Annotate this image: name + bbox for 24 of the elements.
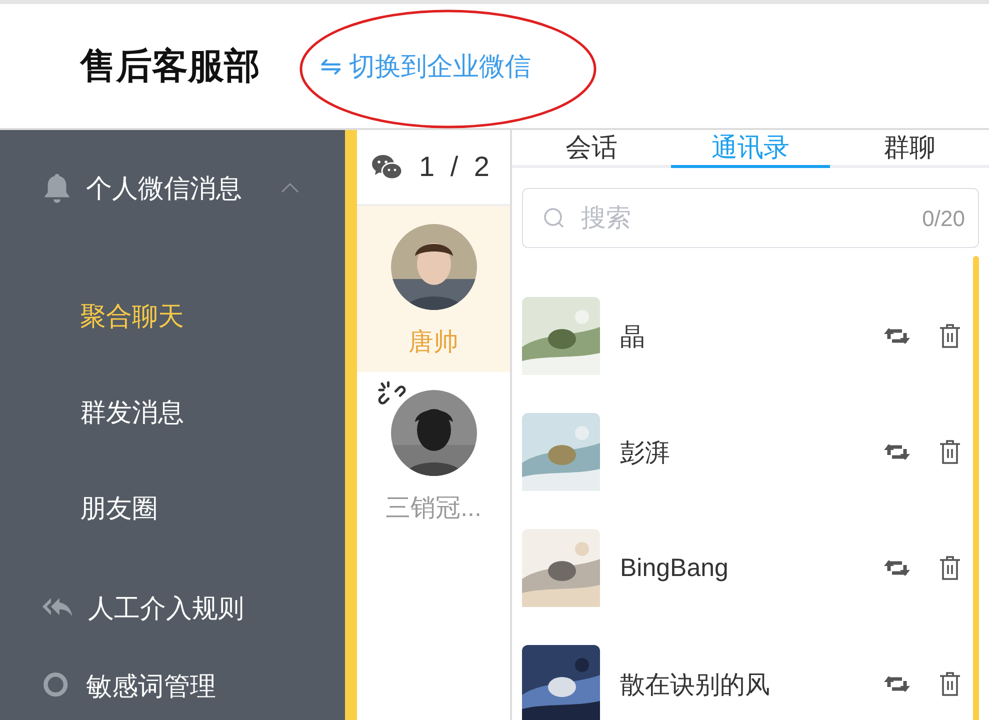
contact-name: 晶	[620, 322, 646, 352]
scrollbar[interactable]	[345, 130, 357, 720]
trash-icon[interactable]	[939, 323, 961, 349]
menu-item[interactable]: 群发消息	[0, 364, 345, 460]
menu-group[interactable]: 个人微信消息	[0, 130, 345, 246]
account-counter: 1 / 2	[419, 151, 494, 183]
contact-name: 散在诀别的风	[620, 670, 771, 700]
department-title: 售后客服部	[80, 44, 260, 88]
contact-name: 彭湃	[620, 438, 671, 468]
menu-group[interactable]: 人工介入规则	[0, 556, 345, 660]
search-icon	[542, 206, 566, 230]
trash-icon[interactable]	[939, 439, 961, 465]
menu-item[interactable]: 聚合聊天	[0, 268, 345, 364]
trash-icon[interactable]	[939, 671, 961, 697]
contact-name: BingBang	[620, 554, 730, 582]
scrollbar[interactable]	[973, 256, 979, 720]
tab[interactable]: 群聊	[830, 130, 989, 168]
trash-icon[interactable]	[939, 555, 961, 581]
menu-item[interactable]: 朋友圈	[0, 460, 345, 556]
wechat-icon	[371, 153, 403, 181]
chevron-icon	[280, 182, 300, 194]
tab[interactable]: 会话	[512, 130, 671, 168]
menu-group[interactable]: 敏感词管理	[0, 660, 345, 712]
character-counter: 0/20	[922, 206, 965, 232]
